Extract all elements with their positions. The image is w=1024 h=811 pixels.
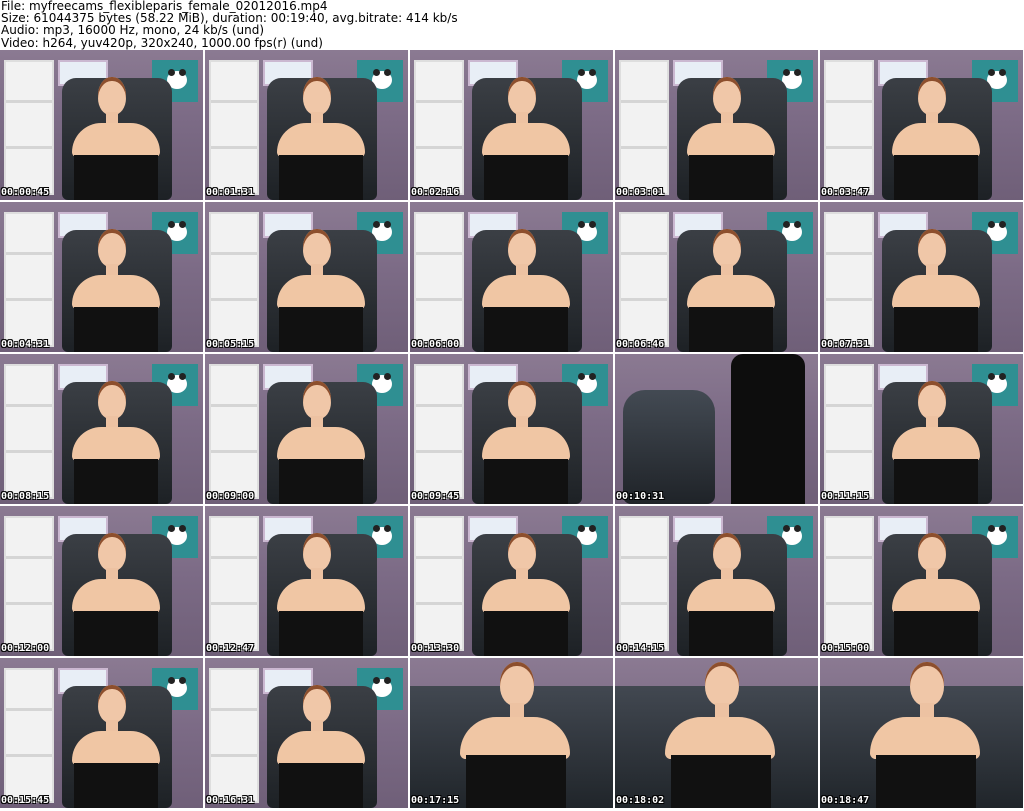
- thumbnail-4: 00:03:01: [615, 50, 818, 200]
- thumbnail-20: 00:15:00: [820, 506, 1023, 656]
- thumbnail-18: 00:13:30: [410, 506, 613, 656]
- timestamp-label: 00:15:00: [821, 643, 870, 654]
- timestamp-label: 00:06:00: [411, 339, 460, 350]
- thumbnail-image-12: [205, 354, 408, 504]
- thumbnail-7: 00:05:15: [205, 202, 408, 352]
- timestamp-label: 00:17:15: [411, 795, 460, 806]
- thumbnail-image-10: [820, 202, 1023, 352]
- timestamp-label: 00:18:02: [616, 795, 665, 806]
- thumbnail-image-19: [615, 506, 818, 656]
- thumbnail-17: 00:12:47: [205, 506, 408, 656]
- thumbnail-image-7: [205, 202, 408, 352]
- thumbnail-image-15: [820, 354, 1023, 504]
- file-info-header: File: myfreecams_flexibleparis_female_02…: [0, 0, 1024, 50]
- thumbnail-image-25: [820, 658, 1023, 808]
- thumbnail-12: 00:09:00: [205, 354, 408, 504]
- timestamp-label: 00:12:47: [206, 643, 255, 654]
- timestamp-label: 00:03:01: [616, 187, 665, 198]
- thumbnail-2: 00:01:31: [205, 50, 408, 200]
- timestamp-label: 00:14:15: [616, 643, 665, 654]
- timestamp-label: 00:04:31: [1, 339, 50, 350]
- timestamp-label: 00:16:31: [206, 795, 255, 806]
- thumbnail-24: 00:18:02: [615, 658, 818, 808]
- timestamp-label: 00:07:31: [821, 339, 870, 350]
- thumbnail-image-22: [205, 658, 408, 808]
- timestamp-label: 00:15:45: [1, 795, 50, 806]
- thumbnail-image-2: [205, 50, 408, 200]
- thumbnail-25: 00:18:47: [820, 658, 1023, 808]
- thumbnail-15: 00:11:15: [820, 354, 1023, 504]
- timestamp-label: 00:13:30: [411, 643, 460, 654]
- thumbnail-6: 00:04:31: [0, 202, 203, 352]
- thumbnail-image-21: [0, 658, 203, 808]
- thumbnail-16: 00:12:00: [0, 506, 203, 656]
- thumbnail-image-24: [615, 658, 818, 808]
- timestamp-label: 00:09:45: [411, 491, 460, 502]
- thumbnail-image-5: [820, 50, 1023, 200]
- thumbnail-image-11: [0, 354, 203, 504]
- thumbnail-image-14: [615, 354, 818, 504]
- thumbnail-8: 00:06:00: [410, 202, 613, 352]
- timestamp-label: 00:12:00: [1, 643, 50, 654]
- thumbnail-14: 00:10:31: [615, 354, 818, 504]
- thumbnail-image-8: [410, 202, 613, 352]
- thumbnail-image-18: [410, 506, 613, 656]
- timestamp-label: 00:06:46: [616, 339, 665, 350]
- timestamp-label: 00:05:15: [206, 339, 255, 350]
- thumbnail-13: 00:09:45: [410, 354, 613, 504]
- thumbnail-22: 00:16:31: [205, 658, 408, 808]
- timestamp-label: 00:10:31: [616, 491, 665, 502]
- thumbnail-grid: 00:00:45 00:01:31 00:02:16 00:03:01 00:0…: [0, 50, 1024, 811]
- thumbnail-3: 00:02:16: [410, 50, 613, 200]
- timestamp-label: 00:01:31: [206, 187, 255, 198]
- thumbnail-19: 00:14:15: [615, 506, 818, 656]
- thumbnail-image-16: [0, 506, 203, 656]
- thumbnail-21: 00:15:45: [0, 658, 203, 808]
- timestamp-label: 00:03:47: [821, 187, 870, 198]
- thumbnail-10: 00:07:31: [820, 202, 1023, 352]
- thumbnail-9: 00:06:46: [615, 202, 818, 352]
- timestamp-label: 00:08:15: [1, 491, 50, 502]
- thumbnail-image-3: [410, 50, 613, 200]
- thumbnail-image-9: [615, 202, 818, 352]
- video-info-line: Video: h264, yuv420p, 320x240, 1000.00 f…: [1, 35, 323, 50]
- thumbnail-image-4: [615, 50, 818, 200]
- thumbnail-image-6: [0, 202, 203, 352]
- timestamp-label: 00:18:47: [821, 795, 870, 806]
- thumbnail-5: 00:03:47: [820, 50, 1023, 200]
- thumbnail-image-20: [820, 506, 1023, 656]
- thumbnail-23: 00:17:15: [410, 658, 613, 808]
- timestamp-label: 00:11:15: [821, 491, 870, 502]
- audio-info-line: Audio: mp3, 16000 Hz, mono, 24 kb/s (und…: [1, 23, 265, 38]
- thumbnail-image-17: [205, 506, 408, 656]
- timestamp-label: 00:09:00: [206, 491, 255, 502]
- thumbnail-1: 00:00:45: [0, 50, 203, 200]
- thumbnail-image-23: [410, 658, 613, 808]
- thumbnail-11: 00:08:15: [0, 354, 203, 504]
- timestamp-label: 00:02:16: [411, 187, 460, 198]
- thumbnail-image-13: [410, 354, 613, 504]
- timestamp-label: 00:00:45: [1, 187, 50, 198]
- thumbnail-image-1: [0, 50, 203, 200]
